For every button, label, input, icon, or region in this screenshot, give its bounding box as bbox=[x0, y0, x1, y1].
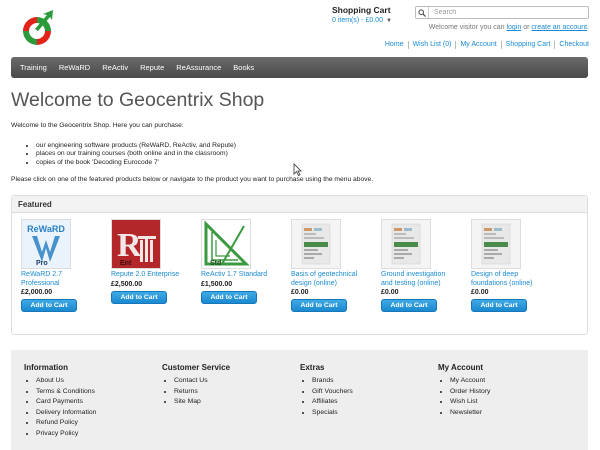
product-name[interactable]: ReWaRD 2.7 Professional bbox=[21, 271, 94, 288]
wish-list-link[interactable]: Wish List (0) bbox=[407, 41, 456, 49]
product-card: Std ReActiv 1.7 Standard £1,500.00 Add t… bbox=[194, 219, 274, 304]
instruction-text: Please click on one of the featured prod… bbox=[11, 176, 374, 183]
product-price: £0.00 bbox=[471, 289, 489, 296]
add-to-cart-button[interactable]: Add to Cart bbox=[471, 299, 527, 312]
add-to-cart-button[interactable]: Add to Cart bbox=[381, 299, 437, 312]
product-name[interactable]: Design of deep foundations (online) bbox=[471, 271, 544, 288]
product-name[interactable]: Repute 2.0 Enterprise bbox=[111, 271, 184, 280]
login-link[interactable]: login bbox=[506, 24, 521, 31]
page-title: Welcome to Geocentrix Shop bbox=[11, 89, 265, 111]
repute-product-image[interactable]: R Ent bbox=[111, 219, 161, 269]
nav-item-books[interactable]: Books bbox=[227, 63, 260, 72]
footer-column-extras: Extras Brands Gift Vouchers Affiliates S… bbox=[300, 363, 353, 418]
footer-column-customer-service: Customer Service Contact Us Returns Site… bbox=[162, 363, 230, 408]
footer-heading: Extras bbox=[300, 363, 325, 372]
cart-summary[interactable]: 0 item(s) - £0.00 ▼ bbox=[332, 17, 392, 24]
product-name[interactable]: Basis of geotechnical design (online) bbox=[291, 271, 364, 288]
footer-link-about-us[interactable]: About Us bbox=[36, 376, 96, 387]
add-to-cart-button[interactable]: Add to Cart bbox=[21, 299, 77, 312]
course-book-image[interactable] bbox=[291, 219, 341, 269]
main-nav: Training ReWaRD ReActiv Repute ReAssuran… bbox=[11, 57, 588, 78]
list-item: our engineering software products (ReWaR… bbox=[36, 142, 236, 150]
create-account-link[interactable]: create an account bbox=[531, 24, 587, 31]
product-price: £0.00 bbox=[381, 289, 399, 296]
footer-link-my-account[interactable]: My Account bbox=[450, 376, 490, 387]
course-book-image[interactable] bbox=[381, 219, 431, 269]
reactiv-product-image[interactable]: Std bbox=[201, 219, 251, 269]
add-to-cart-button[interactable]: Add to Cart bbox=[291, 299, 347, 312]
search-icon[interactable] bbox=[416, 7, 429, 18]
search-box bbox=[415, 6, 589, 19]
svg-text:R: R bbox=[117, 227, 142, 264]
welcome-suffix: . bbox=[587, 24, 589, 31]
footer-link-delivery[interactable]: Delivery Information bbox=[36, 408, 96, 419]
footer-link-brands[interactable]: Brands bbox=[312, 376, 353, 387]
product-name[interactable]: Ground investigation and testing (online… bbox=[381, 271, 454, 288]
product-name[interactable]: ReActiv 1.7 Standard bbox=[201, 271, 274, 280]
footer-link-card-payments[interactable]: Card Payments bbox=[36, 397, 96, 408]
list-item: copies of the book 'Decoding Eurocode 7' bbox=[36, 159, 236, 167]
course-book-image[interactable] bbox=[471, 219, 521, 269]
product-price: £1,500.00 bbox=[201, 280, 233, 288]
footer-link-contact[interactable]: Contact Us bbox=[174, 376, 230, 387]
featured-heading: Featured bbox=[12, 196, 587, 213]
top-links: Home Wish List (0) My Account Shopping C… bbox=[381, 41, 589, 49]
svg-text:Std: Std bbox=[210, 260, 221, 267]
purchase-list: our engineering software products (ReWaR… bbox=[36, 142, 236, 167]
footer-heading: Information bbox=[24, 363, 68, 372]
footer-link-refund[interactable]: Refund Policy bbox=[36, 418, 96, 429]
footer-link-affiliates[interactable]: Affiliates bbox=[312, 397, 353, 408]
intro-text: Welcome to the Geocentrix Shop. Here you… bbox=[11, 122, 184, 129]
shopping-cart-link[interactable]: Shopping Cart bbox=[500, 41, 555, 49]
checkout-link[interactable]: Checkout bbox=[554, 41, 589, 49]
welcome-prefix: Welcome visitor you can bbox=[428, 24, 505, 31]
product-price: £2,500.00 bbox=[111, 280, 143, 288]
footer-link-site-map[interactable]: Site Map bbox=[174, 397, 230, 408]
list-item: places on our training courses (both onl… bbox=[36, 150, 236, 158]
nav-item-reward[interactable]: ReWaRD bbox=[53, 63, 96, 72]
footer: Information About Us Terms & Conditions … bbox=[11, 350, 588, 450]
product-card: Design of deep foundations (online) £0.0… bbox=[464, 219, 544, 312]
search-input[interactable] bbox=[429, 7, 579, 18]
product-card: Ground investigation and testing (online… bbox=[374, 219, 454, 312]
my-account-link[interactable]: My Account bbox=[455, 41, 500, 49]
featured-panel: Featured ReWaRD Pro ReWaRD 2.7 Professio… bbox=[11, 195, 588, 335]
reward-product-image[interactable]: ReWaRD Pro bbox=[21, 219, 71, 269]
footer-column-information: Information About Us Terms & Conditions … bbox=[24, 363, 96, 439]
svg-text:ReWaRD: ReWaRD bbox=[27, 224, 65, 234]
nav-item-reassurance[interactable]: ReAssurance bbox=[170, 63, 227, 72]
mouse-cursor-icon bbox=[293, 163, 302, 178]
cart-title: Shopping Cart bbox=[332, 5, 391, 15]
cart-summary-text: 0 item(s) - £0.00 bbox=[332, 17, 383, 24]
footer-link-order-history[interactable]: Order History bbox=[450, 387, 490, 398]
footer-link-gift-vouchers[interactable]: Gift Vouchers bbox=[312, 387, 353, 398]
footer-heading: My Account bbox=[438, 363, 484, 372]
footer-link-newsletter[interactable]: Newsletter bbox=[450, 408, 490, 419]
product-card: ReWaRD Pro ReWaRD 2.7 Professional £2,00… bbox=[14, 219, 94, 312]
geocentrix-logo-icon[interactable] bbox=[17, 9, 57, 47]
nav-item-repute[interactable]: Repute bbox=[134, 63, 170, 72]
add-to-cart-button[interactable]: Add to Cart bbox=[111, 290, 167, 304]
svg-text:Ent: Ent bbox=[120, 260, 132, 267]
product-price: £2,000.00 bbox=[21, 289, 53, 296]
footer-link-returns[interactable]: Returns bbox=[174, 387, 230, 398]
nav-item-training[interactable]: Training bbox=[14, 63, 53, 72]
home-link[interactable]: Home bbox=[381, 41, 408, 49]
add-to-cart-button[interactable]: Add to Cart bbox=[201, 290, 257, 304]
product-price: £0.00 bbox=[291, 289, 309, 296]
welcome-visitor-text: Welcome visitor you can login or create … bbox=[429, 24, 589, 31]
welcome-or: or bbox=[523, 24, 530, 31]
chevron-down-icon[interactable]: ▼ bbox=[386, 18, 392, 24]
product-card: Basis of geotechnical design (online) £0… bbox=[284, 219, 364, 312]
product-card: R Ent Repute 2.0 Enterprise £2,500.00 Ad… bbox=[104, 219, 184, 304]
footer-link-privacy[interactable]: Privacy Policy bbox=[36, 429, 96, 440]
shopping-cart-widget[interactable]: Shopping Cart 0 item(s) - £0.00 ▼ bbox=[332, 5, 392, 24]
footer-column-my-account: My Account My Account Order History Wish… bbox=[438, 363, 490, 418]
footer-link-terms[interactable]: Terms & Conditions bbox=[36, 387, 96, 398]
footer-link-wish-list[interactable]: Wish List bbox=[450, 397, 490, 408]
nav-item-reactiv[interactable]: ReActiv bbox=[96, 63, 134, 72]
svg-text:Pro: Pro bbox=[36, 260, 48, 267]
footer-link-specials[interactable]: Specials bbox=[312, 408, 353, 419]
footer-heading: Customer Service bbox=[162, 363, 231, 372]
